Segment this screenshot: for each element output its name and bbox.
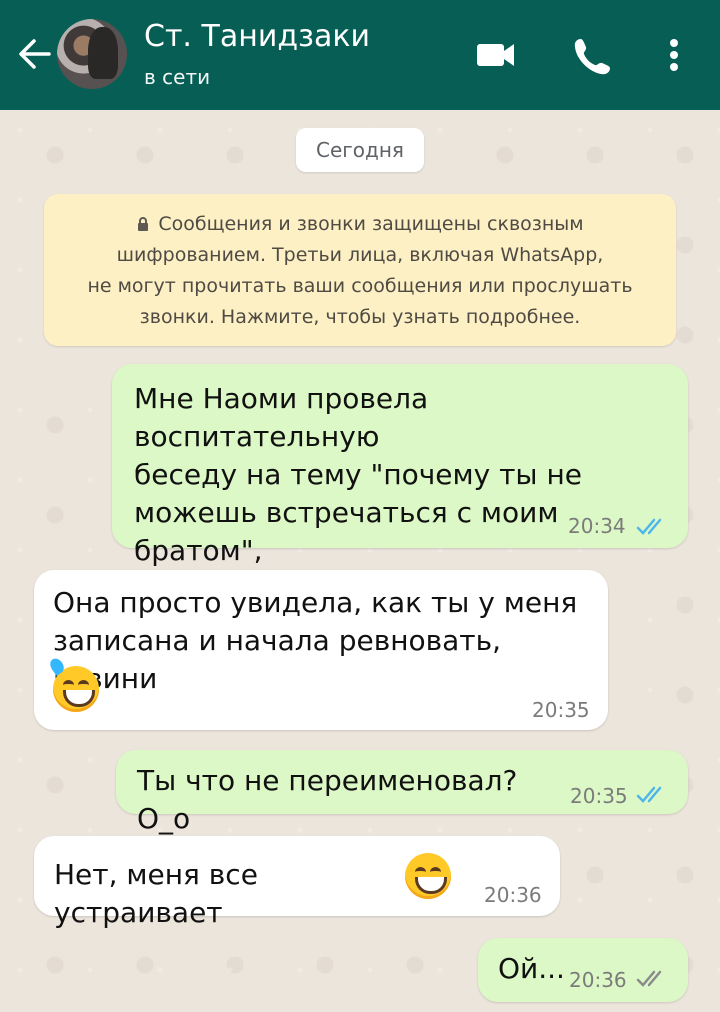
notice-text-line-1: Сообщения и звонки защищены сквозным [158, 213, 584, 235]
phone-icon[interactable] [570, 34, 614, 76]
notice-line: Сообщения и звонки защищены сквозным [44, 209, 676, 240]
message-bubble-outgoing[interactable]: Мне Наоми провела воспитательную беседу … [112, 364, 688, 605]
contact-status: в сети [144, 65, 211, 89]
notice-text-line-3: не могут прочитать ваши сообщения или пр… [87, 275, 633, 297]
video-call-icon[interactable] [473, 34, 517, 76]
lock-icon [138, 217, 149, 231]
message-bubble-incoming[interactable]: Она просто увидела, как ты у меня записа… [34, 570, 608, 730]
emoji-mouth [415, 877, 447, 894]
message-bubble-incoming[interactable]: Нет, меня все устраивает 20:36 [34, 836, 560, 929]
message-text: Она просто увидела, как ты у меня записа… [53, 586, 578, 695]
contact-avatar[interactable] [57, 19, 127, 89]
read-receipt-icon [636, 786, 662, 803]
grinning-emoji [405, 853, 451, 899]
message-bubble-outgoing[interactable]: Ты что не переименовал? О_о 20:35 [116, 750, 688, 835]
back-arrow-icon[interactable] [14, 32, 54, 76]
message-text: Ты что не переименовал? О_о [137, 764, 518, 835]
chat-header: Ст. Танидзаки в сети [0, 0, 720, 110]
delivered-receipt-icon [636, 970, 662, 987]
more-vertical-icon[interactable] [656, 34, 692, 76]
grinning-sweat-emoji [47, 656, 99, 712]
message-time: 20:36 [484, 883, 542, 907]
notice-text-line-2: шифрованием. Третьи лица, включая WhatsA… [116, 244, 604, 266]
message-text: Нет, меня все устраивает [54, 858, 258, 929]
encryption-notice[interactable]: Сообщения и звонки защищены сквозным шиф… [44, 194, 676, 346]
contact-name[interactable]: Ст. Танидзаки [144, 20, 370, 54]
notice-text-line-4: звонки. Нажмите, чтобы узнать подробнее. [139, 306, 581, 328]
date-separator: Сегодня [296, 128, 424, 172]
message-bubble-outgoing[interactable]: Ой... 20:36 [478, 938, 688, 1002]
message-time: 20:35 [570, 784, 628, 808]
read-receipt-icon [636, 518, 662, 535]
message-time: 20:36 [569, 968, 627, 992]
emoji-mouth [63, 690, 95, 707]
message-time: 20:34 [568, 514, 626, 538]
message-time: 20:35 [532, 698, 590, 722]
message-text: Ой... [498, 952, 565, 985]
